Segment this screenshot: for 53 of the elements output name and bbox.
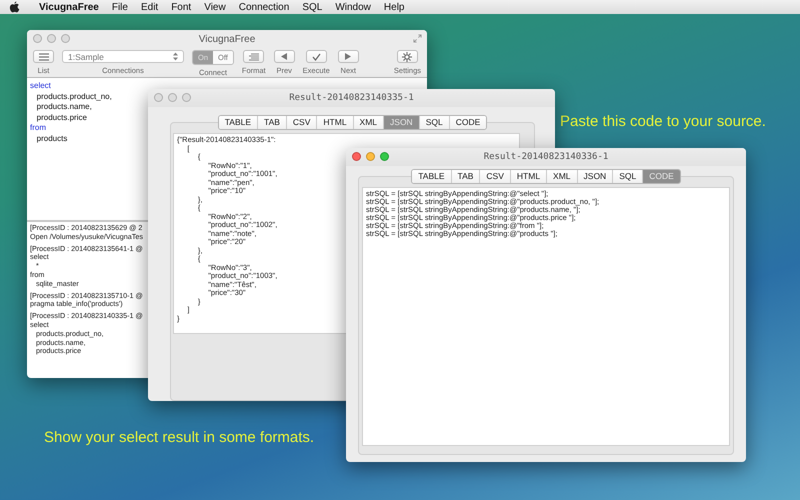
next-button[interactable] — [338, 50, 359, 63]
format-tab[interactable]: CSV — [286, 116, 318, 129]
format-tab[interactable]: JSON — [578, 170, 614, 183]
code-line: from — [30, 123, 46, 134]
format-tab[interactable]: TABLE — [412, 170, 452, 183]
left-triangle-icon — [281, 53, 288, 60]
prev-button[interactable] — [274, 50, 295, 63]
format-tab[interactable]: CSV — [480, 170, 511, 183]
menu-item[interactable]: SQL — [302, 2, 322, 12]
code-line: products.product_no, — [36, 92, 112, 102]
format-tab[interactable]: TAB — [452, 170, 480, 183]
window-title: Result-20140823140336-1 — [484, 152, 608, 162]
window-title: Result-20140823140335-1 — [289, 93, 414, 103]
format-tab[interactable]: HTML — [510, 170, 548, 183]
menu-item[interactable]: Font — [171, 2, 192, 12]
menu-item[interactable]: Help — [384, 2, 404, 12]
format-tab[interactable]: XML — [547, 170, 578, 183]
right-triangle-icon — [345, 53, 352, 60]
window-control[interactable] — [33, 34, 42, 43]
list-icon — [38, 52, 48, 60]
list-button[interactable] — [33, 50, 54, 63]
format-button[interactable] — [243, 50, 264, 63]
menu-item[interactable]: VicugnaFree — [39, 2, 99, 12]
menu-item[interactable]: Window — [335, 2, 371, 12]
updown-arrows-icon — [173, 52, 178, 61]
execute-button[interactable] — [306, 50, 327, 63]
lines-icon — [248, 52, 259, 60]
caption-text: Paste this code to your source. — [560, 113, 766, 130]
menu-item[interactable]: View — [204, 2, 226, 12]
code-line: products.price — [36, 112, 87, 123]
format-tab[interactable]: XML — [354, 116, 384, 129]
menu-item[interactable]: Edit — [140, 2, 158, 12]
menu-item[interactable]: Connection — [238, 2, 290, 12]
code-line: products.name, — [36, 102, 92, 112]
format-tab[interactable]: CODE — [450, 116, 486, 129]
caption-text: Show your select result in some formats. — [44, 429, 314, 446]
format-tab[interactable]: TABLE — [218, 116, 258, 129]
code-line: select — [30, 81, 51, 92]
window-control[interactable] — [154, 93, 163, 102]
code-line: products — [36, 134, 68, 144]
format-tab[interactable]: SQL — [613, 170, 644, 183]
window-title: VicugnaFree — [198, 34, 256, 44]
format-tab[interactable]: HTML — [317, 116, 354, 129]
format-tab[interactable]: SQL — [420, 116, 450, 129]
apple-logo-icon[interactable] — [9, 0, 20, 14]
connections-dropdown[interactable]: 1:Sample — [62, 50, 184, 63]
checkmark-icon — [312, 52, 321, 60]
settings-icon — [402, 52, 412, 62]
format-tab[interactable]: TAB — [258, 116, 287, 129]
window-control[interactable] — [352, 152, 361, 161]
settings-button[interactable] — [396, 50, 418, 63]
menu-item[interactable]: File — [112, 2, 128, 12]
fullscreen-icon[interactable] — [413, 34, 422, 43]
